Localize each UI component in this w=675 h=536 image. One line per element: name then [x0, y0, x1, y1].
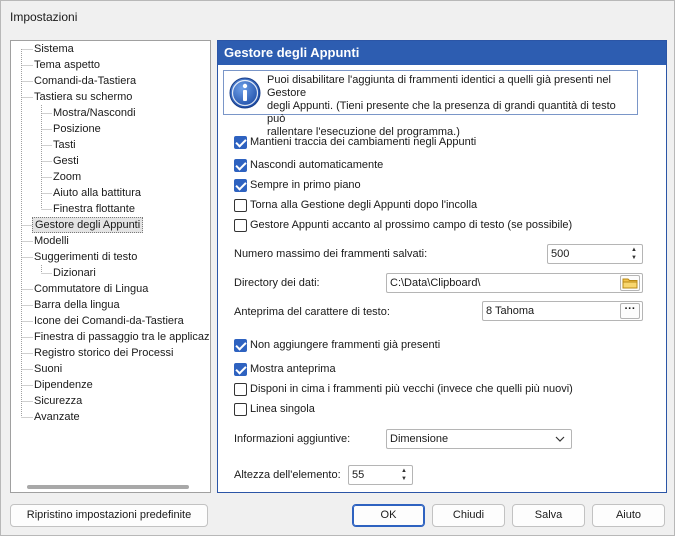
spin-down-icon[interactable]: ▼	[401, 475, 407, 483]
settings-window: Impostazioni Sistema Tema aspetto Comand…	[0, 0, 675, 536]
checkbox-row[interactable]: Disponi in cima i frammenti più vecchi (…	[234, 381, 573, 397]
tree-horizontal-scrollbar[interactable]	[27, 485, 189, 489]
item-height-spinner[interactable]: ▲ ▼	[397, 467, 411, 483]
info-line-2: degli Appunti. (Tieni presente che la pr…	[267, 100, 616, 125]
browse-folder-button[interactable]	[620, 275, 640, 291]
tree-item[interactable]: Icone dei Comandi-da-Tastiera	[32, 313, 186, 329]
tree-item[interactable]: Mostra/Nascondi	[51, 105, 138, 121]
checkbox-row[interactable]: Sempre in primo piano	[234, 177, 361, 193]
tree-item[interactable]: Tastiera su schermo	[32, 89, 134, 105]
checkbox-row[interactable]: Nascondi automaticamente	[234, 157, 383, 173]
extra-info-value: Dimensione	[390, 433, 449, 445]
max-fragments-spinner[interactable]: ▲ ▼	[627, 246, 641, 262]
tree-item[interactable]: Modelli	[32, 233, 71, 249]
font-preview-value: 8 Tahoma	[486, 305, 535, 317]
close-button[interactable]: Chiudi	[432, 504, 505, 527]
tree-item[interactable]: Gestore degli Appunti	[32, 217, 144, 233]
checkbox[interactable]	[234, 338, 247, 352]
spin-up-icon[interactable]: ▲	[401, 467, 407, 475]
checkbox[interactable]	[234, 362, 247, 376]
panel-title: Gestore degli Appunti	[218, 41, 666, 65]
extra-info-select[interactable]: Dimensione	[386, 429, 572, 449]
info-text: Puoi disabilitare l'aggiunta di framment…	[267, 74, 637, 139]
checkbox[interactable]	[234, 402, 247, 416]
chevron-down-icon	[555, 436, 565, 442]
checkbox[interactable]	[234, 218, 247, 232]
reset-defaults-button[interactable]: Ripristino impostazioni predefinite	[10, 504, 208, 527]
info-icon	[229, 77, 261, 109]
checkbox-label: Mostra anteprima	[250, 363, 336, 375]
data-dir-field[interactable]: C:\Data\Clipboard\	[386, 273, 643, 293]
checkbox-label: Mantieni traccia dei cambiamenti negli A…	[250, 136, 477, 148]
font-preview-field[interactable]: 8 Tahoma ···	[482, 301, 643, 321]
data-dir-value: C:\Data\Clipboard\	[390, 277, 481, 289]
checkbox-label: Sempre in primo piano	[250, 179, 361, 191]
checkbox-row[interactable]: Mantieni traccia dei cambiamenti negli A…	[234, 134, 476, 150]
tree-item[interactable]: Aiuto alla battitura	[51, 185, 143, 201]
spin-down-icon[interactable]: ▼	[631, 254, 637, 262]
max-fragments-label: Numero massimo dei frammenti salvati:	[234, 248, 428, 260]
folder-icon	[622, 278, 638, 289]
tree-item[interactable]: Dizionari	[51, 265, 98, 281]
tree-item[interactable]: Zoom	[51, 169, 83, 185]
tree-item[interactable]: Commutatore di Lingua	[32, 281, 150, 297]
info-box: Puoi disabilitare l'aggiunta di framment…	[223, 70, 638, 138]
font-preview-label: Anteprima del carattere di testo:	[234, 306, 390, 318]
ok-button[interactable]: OK	[352, 504, 425, 527]
checkbox-row[interactable]: Non aggiungere frammenti già presenti	[234, 337, 440, 353]
tree-item[interactable]: Avanzate	[32, 409, 82, 425]
tree-item[interactable]: Tema aspetto	[32, 57, 102, 73]
item-height-field[interactable]: 55 ▲ ▼	[348, 465, 413, 485]
tree-item[interactable]: Suggerimenti di testo	[32, 249, 139, 265]
data-dir-label: Directory dei dati:	[234, 277, 320, 289]
checkbox-row[interactable]: Linea singola	[234, 401, 315, 417]
window-title: Impostazioni	[10, 10, 78, 24]
tree-item[interactable]: Suoni	[32, 361, 64, 377]
checkbox-row[interactable]: Torna alla Gestione degli Appunti dopo l…	[234, 197, 477, 213]
tree-item[interactable]: Finestra flottante	[51, 201, 137, 217]
checkbox[interactable]	[234, 135, 247, 149]
checkbox-label: Torna alla Gestione degli Appunti dopo l…	[250, 199, 478, 211]
checkbox-row[interactable]: Gestore Appunti accanto al prossimo camp…	[234, 217, 572, 233]
max-fragments-field[interactable]: 500 ▲ ▼	[547, 244, 643, 264]
tree-item[interactable]: Gesti	[51, 153, 81, 169]
settings-tree[interactable]: Sistema Tema aspetto Comandi-da-Tastiera Ta…	[10, 40, 211, 493]
checkbox[interactable]	[234, 178, 247, 192]
tree-item[interactable]: Sicurezza	[32, 393, 84, 409]
tree-item[interactable]: Barra della lingua	[32, 297, 122, 313]
max-fragments-value: 500	[551, 248, 570, 260]
checkbox-label: Non aggiungere frammenti già presenti	[250, 339, 441, 351]
checkbox-label: Linea singola	[250, 403, 315, 415]
spin-up-icon[interactable]: ▲	[631, 246, 637, 254]
tree-item[interactable]: Comandi-da-Tastiera	[32, 73, 138, 89]
checkbox[interactable]	[234, 158, 247, 172]
tree-item[interactable]: Posizione	[51, 121, 103, 137]
checkbox-label: Gestore Appunti accanto al prossimo camp…	[250, 219, 573, 231]
tree-item[interactable]: Dipendenze	[32, 377, 95, 393]
save-button[interactable]: Salva	[512, 504, 585, 527]
tree-item[interactable]: Finestra di passaggio tra le applicazion…	[32, 329, 210, 345]
tree-item[interactable]: Sistema	[32, 41, 76, 57]
item-height-label: Altezza dell'elemento:	[234, 469, 341, 481]
clipboard-manager-panel: Gestore degli Appunti Puoi disabilitare …	[217, 40, 667, 493]
help-button[interactable]: Aiuto	[592, 504, 665, 527]
tree-item[interactable]: Registro storico dei Processi	[32, 345, 175, 361]
tree-item[interactable]: Tasti	[51, 137, 78, 153]
checkbox-label: Nascondi automaticamente	[250, 159, 384, 171]
checkbox-label: Disponi in cima i frammenti più vecchi (…	[250, 383, 573, 395]
item-height-value: 55	[352, 469, 365, 481]
checkbox-row[interactable]: Mostra anteprima	[234, 361, 336, 377]
checkbox[interactable]	[234, 198, 247, 212]
checkbox[interactable]	[234, 382, 247, 396]
choose-font-button[interactable]: ···	[620, 303, 640, 319]
info-line-1: Puoi disabilitare l'aggiunta di framment…	[267, 74, 611, 99]
extra-info-label: Informazioni aggiuntive:	[234, 433, 351, 445]
